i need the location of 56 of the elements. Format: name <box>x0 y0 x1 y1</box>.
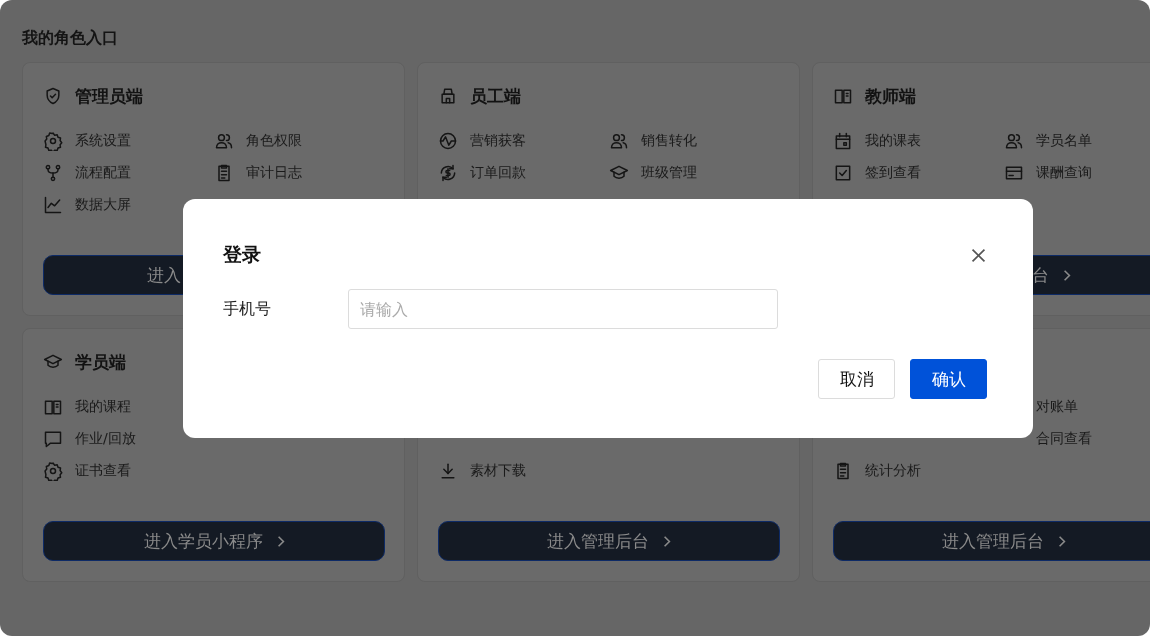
menu-item[interactable]: 审计日志 <box>213 163 302 183</box>
card-title: 管理员端 <box>75 84 143 108</box>
chevron-right-icon <box>276 534 285 548</box>
enter-button[interactable]: 进入学员小程序 <box>43 521 385 561</box>
menu-item[interactable]: 证书查看 <box>43 461 131 481</box>
shield-icon <box>43 86 63 106</box>
menu-item[interactable]: 营销获客 <box>438 131 526 151</box>
refresh-dollar-icon <box>438 163 458 183</box>
menu-item[interactable]: 签到查看 <box>833 163 921 183</box>
menu-item[interactable]: 素材下载 <box>438 461 526 481</box>
cancel-button[interactable]: 取消 <box>818 359 895 399</box>
menu-item[interactable]: 学员名单 <box>1003 131 1092 151</box>
checkbox-icon <box>833 163 853 183</box>
card-icon <box>1003 163 1024 183</box>
branch-icon <box>43 163 63 183</box>
menu-item[interactable]: 对账单 <box>1003 397 1078 417</box>
gear-icon <box>43 461 63 481</box>
card-title: 教师端 <box>865 84 916 108</box>
chat-icon <box>43 429 63 449</box>
field-label: 手机号 <box>223 298 272 320</box>
menu-item[interactable]: 课酬查询 <box>1003 163 1092 183</box>
dialog-title: 登录 <box>223 242 261 267</box>
section-title: 我的角色入口 <box>22 27 119 49</box>
close-icon[interactable] <box>970 246 987 264</box>
menu-item[interactable]: 销售转化 <box>608 131 697 151</box>
menu-item[interactable]: 流程配置 <box>43 163 131 183</box>
book-icon <box>43 397 63 417</box>
menu-item[interactable]: 合同查看 <box>1003 429 1092 449</box>
enter-button[interactable]: 进入管理后台 <box>833 521 1150 561</box>
menu-item[interactable]: 我的课程 <box>43 397 131 417</box>
menu-item[interactable]: 角色权限 <box>213 131 302 151</box>
enter-button[interactable]: 进入管理后台 <box>438 521 780 561</box>
chevron-right-icon <box>1063 268 1071 282</box>
menu-item[interactable]: 班级管理 <box>608 163 697 183</box>
users-icon <box>608 131 629 151</box>
pulse-circle-icon <box>438 131 458 151</box>
confirm-button[interactable]: 确认 <box>910 359 987 399</box>
chevron-right-icon <box>1058 534 1066 548</box>
menu-item[interactable]: 我的课表 <box>833 131 921 151</box>
download-icon <box>438 461 458 481</box>
card-title: 学员端 <box>75 350 126 374</box>
menu-item[interactable]: 系统设置 <box>43 131 131 151</box>
card-title: 员工端 <box>470 84 521 108</box>
chevron-right-icon <box>663 534 671 548</box>
line-chart-icon <box>43 195 63 215</box>
store-icon <box>438 86 458 106</box>
menu-item[interactable]: 作业/回放 <box>43 429 136 449</box>
menu-item[interactable]: 订单回款 <box>438 163 526 183</box>
book-icon <box>833 86 853 106</box>
menu-item[interactable]: 数据大屏 <box>43 195 131 215</box>
calendar-icon <box>833 131 853 151</box>
phone-input[interactable]: 请输入 <box>348 289 778 329</box>
users-icon <box>213 131 234 151</box>
gear-icon <box>43 131 63 151</box>
users-icon <box>1003 131 1024 151</box>
menu-item[interactable]: 统计分析 <box>833 461 921 481</box>
